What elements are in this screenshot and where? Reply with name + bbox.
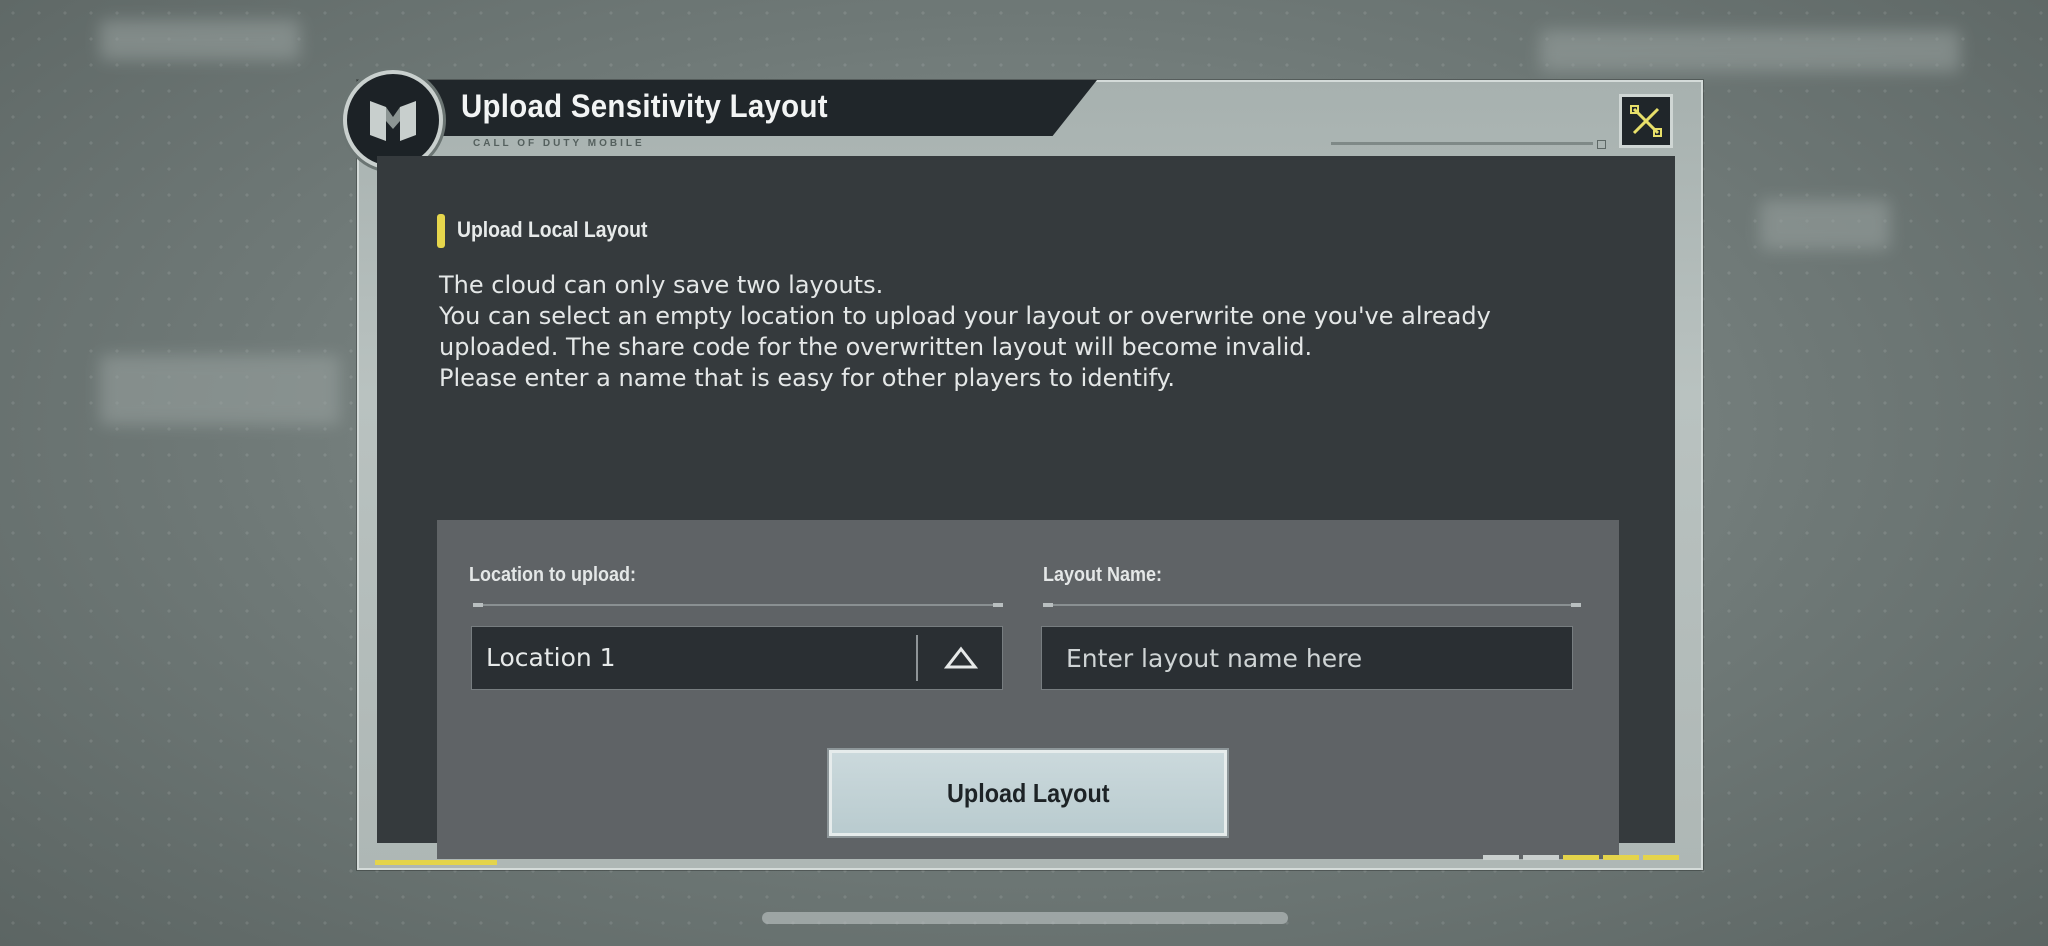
corner-progress-segment [1523,855,1559,860]
background-blurred-button [1760,200,1890,250]
section-marker [437,214,445,248]
upload-sensitivity-dialog: Upload Sensitivity Layout CALL OF DUTY M… [341,70,1703,870]
dialog-subtitle: CALL OF DUTY MOBILE [473,138,645,149]
description-text: The cloud can only save two layouts. You… [439,270,1639,394]
bottom-accent-bar [375,860,497,865]
section-title: Upload Local Layout [457,217,648,242]
location-label-underline [473,603,1003,607]
cod-m-logo-icon [343,70,443,170]
select-divider [916,635,918,681]
description-line: The cloud can only save two layouts. [439,271,884,299]
title-decor-square [1597,140,1606,149]
close-button[interactable] [1619,94,1673,148]
upload-form-panel: Location to upload: Layout Name: Locatio… [437,520,1619,859]
dialog-content: Upload Local Layout The cloud can only s… [377,156,1675,859]
description-line: You can select an empty location to uplo… [439,302,1491,330]
upload-layout-button-label: Upload Layout [946,777,1110,808]
cod-m-logo-glyph [370,101,416,141]
background-blurred-header [100,20,300,60]
layout-name-input[interactable] [1041,626,1573,690]
background-blurred-topbar [1540,30,1960,72]
triangle-up-icon[interactable] [944,645,978,671]
corner-progress-segment [1643,855,1679,860]
upload-layout-button[interactable]: Upload Layout [829,750,1227,836]
close-x-icon [1630,105,1662,137]
home-indicator[interactable] [762,912,1288,924]
corner-progress-segment [1483,855,1519,860]
background-blurred-menu [100,355,340,425]
title-decor-line [1331,142,1593,145]
description-line: Please enter a name that is easy for oth… [439,364,1176,392]
location-label: Location to upload: [469,564,636,586]
layout-name-label: Layout Name: [1043,564,1163,586]
description-line: uploaded. The share code for the overwri… [439,333,1313,361]
corner-progress-segment [1563,855,1599,860]
corner-progress-segment [1603,855,1639,860]
dialog-title: Upload Sensitivity Layout [461,88,828,124]
layout-name-label-underline [1043,603,1581,607]
location-select[interactable]: Location 1 [471,626,1003,690]
location-select-value: Location 1 [486,643,616,672]
